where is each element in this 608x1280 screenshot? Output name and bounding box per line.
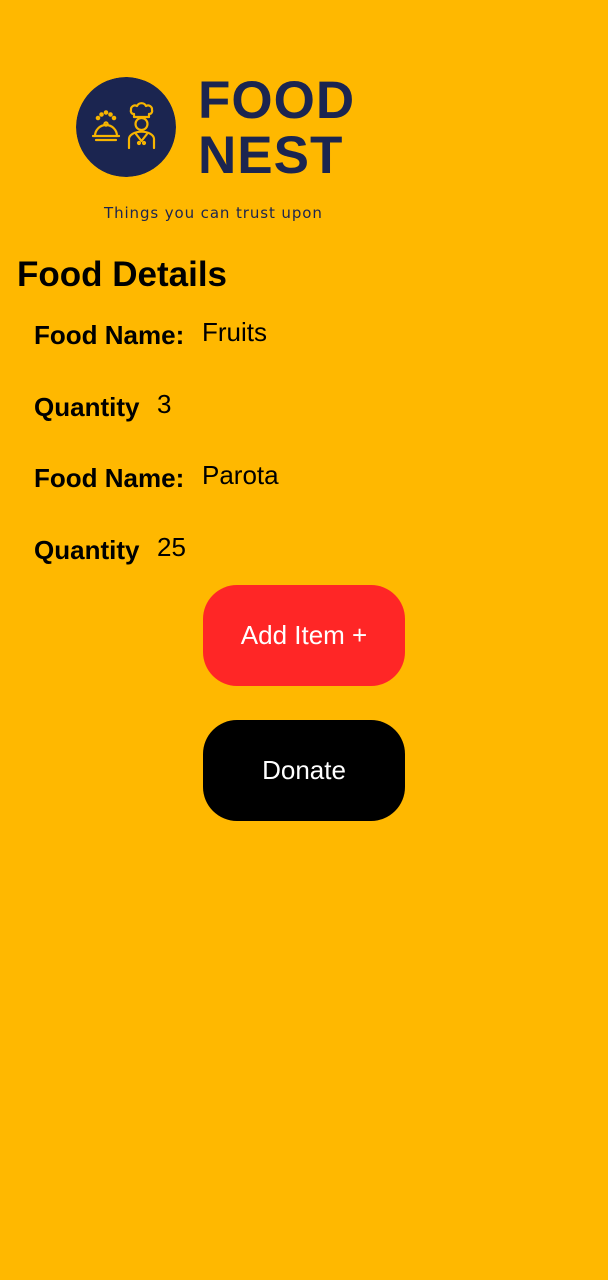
food-name-label: Food Name: <box>34 320 185 350</box>
logo-wordmark-line1: FOOD <box>198 71 356 130</box>
add-item-button[interactable]: Add Item + <box>203 585 405 686</box>
food-name-label: Food Name: <box>34 463 185 493</box>
logo-tagline: Things you can trust upon <box>104 204 323 222</box>
logo-wordmark-line2: NEST <box>198 126 344 185</box>
quantity-label: Quantity <box>34 392 140 422</box>
quantity-value: 25 <box>157 532 186 562</box>
food-details-screen: FOOD NEST Things you can trust upon Food… <box>0 0 608 1280</box>
chef-serving-cloche-icon <box>76 77 176 177</box>
food-name-value: Fruits <box>202 317 267 347</box>
food-name-value: Parota <box>202 460 279 490</box>
quantity-label: Quantity <box>34 535 140 565</box>
page-title: Food Details <box>17 255 228 294</box>
food-nest-logo: FOOD NEST Things you can trust upon <box>74 72 384 232</box>
quantity-value: 3 <box>157 389 172 419</box>
donate-button[interactable]: Donate <box>203 720 405 821</box>
